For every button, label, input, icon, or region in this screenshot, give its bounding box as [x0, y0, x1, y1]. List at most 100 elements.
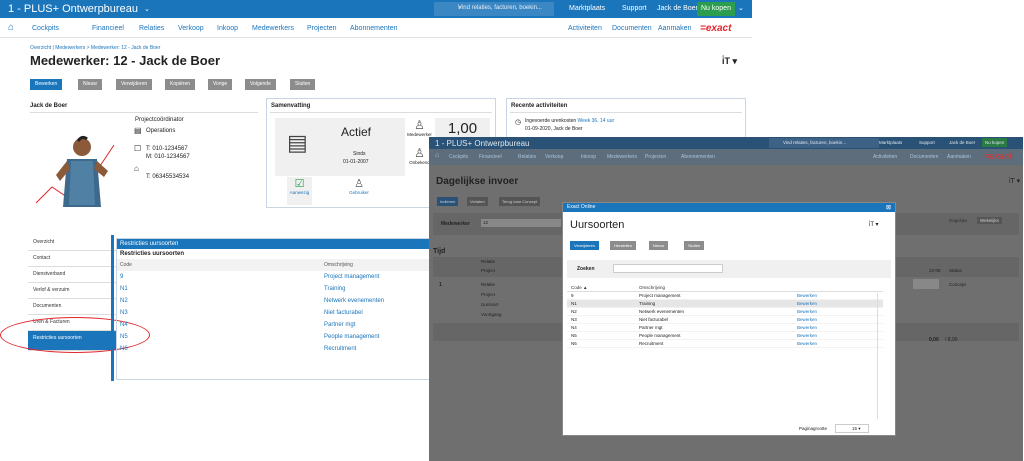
nav-documenten[interactable]: Documenten — [612, 25, 652, 32]
buy-now-button[interactable]: Nu kopen — [697, 2, 735, 16]
table-row[interactable]: N3 Niet facturabel — [117, 307, 431, 319]
dialog-restore-button[interactable]: Herstellen — [610, 241, 637, 250]
gebruiker-tile[interactable]: ♙ Gebruiker — [345, 177, 373, 205]
overlay-top-bar: 1 - PLUS+ Ontwerpbureau Vind relaties, f… — [429, 137, 1023, 149]
edit-button[interactable]: Bewerken — [30, 79, 63, 90]
table-row[interactable]: N1 Training Bewerken — [567, 300, 883, 308]
view-options-icon[interactable]: i̇T ▾ — [722, 56, 737, 67]
page-size-select[interactable]: 15 ▾ — [835, 424, 869, 433]
edit-link[interactable]: Bewerken — [797, 309, 817, 314]
page-size-label: Paginagrootte — [799, 426, 828, 431]
row-desc: Netwerk evenementen — [324, 298, 385, 304]
overlay-logo: =exact — [984, 151, 1013, 161]
col-code[interactable]: Code — [117, 262, 324, 268]
tab-dienstverband[interactable]: Dienstverband — [28, 267, 116, 283]
phone-icon: ☐ — [134, 144, 142, 153]
nav-inkoop[interactable]: Inkoop — [217, 25, 238, 32]
row-code: N1 — [571, 301, 577, 306]
overlay-status-label: Status — [949, 268, 962, 273]
tab-contact[interactable]: Contact — [28, 251, 116, 267]
nav-projecten[interactable]: Projecten — [307, 25, 337, 32]
edit-link[interactable]: Bewerken — [797, 333, 817, 338]
user-menu[interactable]: Jack de Boer — [657, 5, 698, 12]
person-name: Jack de Boer — [30, 103, 68, 109]
overlay-relatie: Relatie — [481, 259, 496, 264]
page-title: Medewerker: 12 - Jack de Boer — [30, 53, 221, 68]
activity-text: Ingevoerde urenkosten Week 36, 14 uur — [525, 118, 615, 124]
row-code: N1 — [120, 286, 128, 292]
edit-link[interactable]: Bewerken — [797, 325, 817, 330]
nav-abonnementen[interactable]: Abonnementen — [350, 25, 397, 32]
main-nav: ⌂ Cockpits Financieel Relaties Verkoop I… — [0, 18, 752, 38]
tab-overzicht[interactable]: Overzicht — [28, 235, 116, 251]
new-button[interactable]: Nieuw — [78, 79, 102, 90]
table-row[interactable]: N4 Partner mgt — [117, 319, 431, 331]
nav-aanmaken[interactable]: Aanmaken — [658, 25, 691, 32]
check-icon: ☑ — [294, 178, 305, 190]
mobile: M: 010-1234567 — [146, 154, 190, 160]
activity-link[interactable]: Week 36, 14 uur — [578, 118, 615, 124]
tab-accent — [111, 235, 114, 381]
next-button[interactable]: Volgende — [245, 79, 276, 90]
delete-button[interactable]: Verwijderen — [116, 79, 153, 90]
copy-button[interactable]: Kopiëren — [165, 79, 196, 90]
chevron-down-icon[interactable]: ⌄ — [144, 5, 150, 13]
nav-relaties[interactable]: Relaties — [139, 25, 164, 32]
edit-link[interactable]: Bewerken — [797, 341, 817, 346]
nav-activiteiten[interactable]: Activiteiten — [568, 25, 602, 32]
overlay-view-icon: i̇T ▾ — [1009, 178, 1021, 185]
table-row[interactable]: N5 People management Bewerken — [567, 332, 883, 340]
tab-documenten[interactable]: Documenten — [28, 299, 116, 315]
home-icon[interactable]: ⌂ — [8, 22, 14, 33]
table-row[interactable]: N4 Partner mgt Bewerken — [567, 324, 883, 332]
dialog-view-icon[interactable]: i̇T ▾ — [869, 221, 879, 228]
edit-link[interactable]: Bewerken — [797, 301, 817, 306]
dialog-new-button[interactable]: Nieuw — [649, 241, 669, 250]
row-desc: Project management — [324, 274, 380, 280]
table-row[interactable]: 9 Project management — [117, 271, 431, 283]
table-row[interactable]: N5 People management — [117, 331, 431, 343]
overlay-nav-item: Projecten — [645, 154, 667, 160]
search-input[interactable]: ⌕ Vind relaties, facturen, boekin... — [434, 2, 554, 16]
close-button[interactable]: Sluiten — [290, 79, 316, 90]
table-row[interactable]: N2 Netwerk evenementen — [117, 295, 431, 307]
table-row[interactable]: N6 Recruitment — [117, 343, 431, 355]
previous-button[interactable]: Vorige — [208, 79, 233, 90]
breadcrumb[interactable]: Overzicht | Medewerkers > Medewerker: 12… — [30, 45, 160, 51]
dialog-col-code[interactable]: Code ▲ — [567, 285, 639, 290]
overlay-search: Vind relaties, facturen, boekin... — [769, 138, 879, 148]
nav-financieel[interactable]: Financieel — [92, 25, 124, 32]
marktplaats-link[interactable]: Marktplaats — [569, 5, 605, 12]
person-icon: ♙ — [414, 118, 425, 132]
overlay-leave: Verlaten — [467, 197, 488, 206]
chevron-down-icon[interactable]: ⌄ — [738, 4, 744, 12]
status-text: Actief — [341, 125, 372, 139]
row-code: N6 — [120, 346, 128, 352]
nav-medewerkers[interactable]: Medewerkers — [252, 25, 294, 32]
since-date: 01-01-2007 — [343, 159, 369, 165]
col-desc[interactable]: Omschrijving — [324, 262, 353, 268]
table-row[interactable]: N1 Training — [117, 283, 431, 295]
tab-verlof[interactable]: Verlof & verzuim — [28, 283, 116, 299]
company-title[interactable]: 1 - PLUS+ Ontwerpbureau — [8, 3, 138, 15]
dialog-delete-button[interactable]: Verwijderen — [570, 241, 599, 250]
edit-link[interactable]: Bewerken — [797, 317, 817, 322]
contract-icon: ▤ — [287, 130, 308, 155]
edit-link[interactable]: Bewerken — [797, 293, 817, 298]
nav-verkoop[interactable]: Verkoop — [178, 25, 204, 32]
dialog-col-desc[interactable]: Omschrijving — [639, 285, 665, 290]
divider — [510, 112, 742, 113]
table-row[interactable]: N2 Netwerk evenementen Bewerken — [567, 308, 883, 316]
overlay-back: Terug naar Concept — [499, 197, 541, 206]
aanwezig-tile[interactable]: ☑ Aanwezig — [287, 177, 312, 205]
table-row[interactable]: 9 Project management Bewerken — [567, 292, 883, 300]
overlay-activiteiten: Activiteiten — [873, 154, 898, 160]
dialog-scrollbar[interactable] — [877, 293, 883, 419]
table-row[interactable]: N3 Niet facturabel Bewerken — [567, 316, 883, 324]
close-icon[interactable]: ⊠ — [886, 204, 891, 211]
table-row[interactable]: N6 Recruitment Bewerken — [567, 340, 883, 348]
dialog-close-button[interactable]: Sluiten — [684, 241, 705, 250]
dialog-search-input[interactable] — [613, 264, 723, 273]
support-link[interactable]: Support — [622, 5, 647, 12]
nav-cockpits[interactable]: Cockpits — [32, 25, 59, 32]
